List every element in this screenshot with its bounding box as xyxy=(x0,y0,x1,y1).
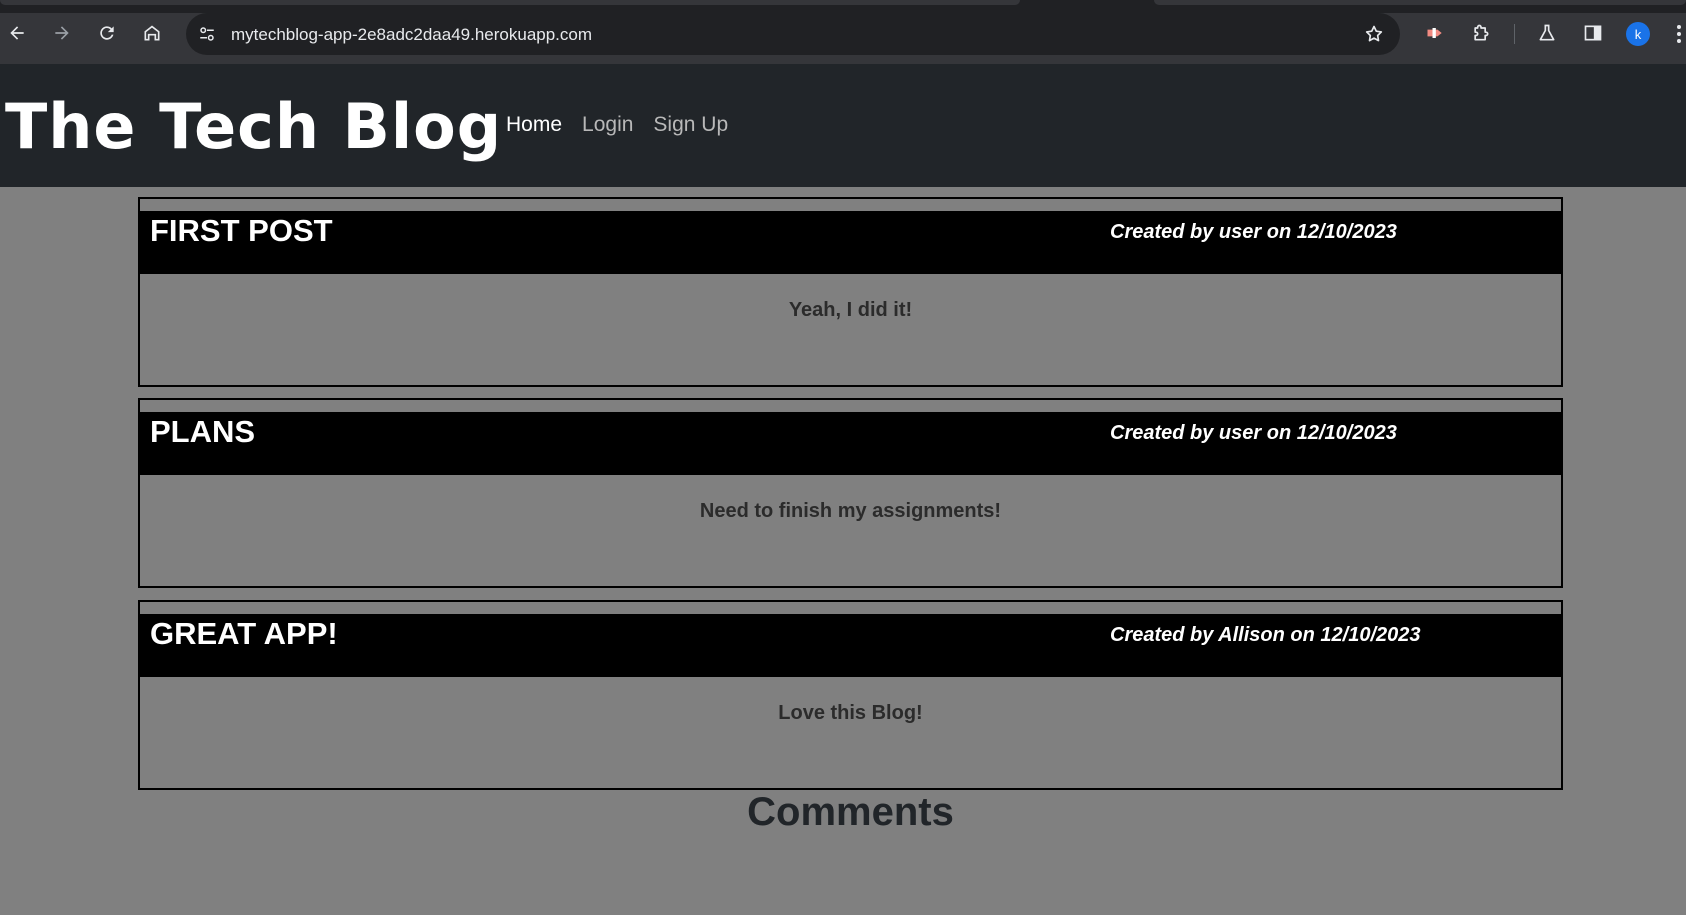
post-card[interactable]: FIRST POST Created by user on 12/10/2023… xyxy=(138,197,1563,387)
post-meta: Created by user on 12/10/2023 xyxy=(1110,422,1397,444)
tab-edge xyxy=(0,0,1020,5)
nav-signup-link[interactable]: Sign Up xyxy=(653,113,728,137)
browser-toolbar: mytechblog-app-2e8adc2daa49.herokuapp.co… xyxy=(0,0,1686,64)
site-title: The Tech Blog xyxy=(5,90,503,163)
side-panel-icon[interactable] xyxy=(1581,21,1605,45)
site-nav: Home Login Sign Up xyxy=(506,113,728,137)
address-bar[interactable]: mytechblog-app-2e8adc2daa49.herokuapp.co… xyxy=(186,13,1400,55)
post-body: Need to finish my assignments! xyxy=(699,500,1002,522)
tab-edge xyxy=(1154,0,1686,5)
post-meta: Created by Allison on 12/10/2023 xyxy=(1110,624,1421,646)
labs-flask-icon[interactable] xyxy=(1535,21,1559,45)
post-meta: Created by user on 12/10/2023 xyxy=(1110,221,1397,243)
post-title: GREAT APP! xyxy=(150,616,338,651)
reload-icon[interactable] xyxy=(94,20,120,46)
comments-heading: Comments xyxy=(747,790,954,834)
nav-home-link[interactable]: Home xyxy=(506,113,562,137)
extension-red-icon[interactable] xyxy=(1423,21,1447,45)
extensions-puzzle-icon[interactable] xyxy=(1469,21,1493,45)
post-header: PLANS Created by user on 12/10/2023 xyxy=(138,412,1563,475)
profile-avatar[interactable]: k xyxy=(1626,22,1650,46)
nav-login-link[interactable]: Login xyxy=(582,113,633,137)
forward-icon[interactable] xyxy=(49,20,75,46)
post-card[interactable]: GREAT APP! Created by Allison on 12/10/2… xyxy=(138,600,1563,790)
back-icon[interactable] xyxy=(4,20,30,46)
toolbar-separator xyxy=(1514,24,1515,44)
post-title: PLANS xyxy=(150,414,256,449)
post-title: FIRST POST xyxy=(150,213,333,248)
site-header: The Tech Blog Home Login Sign Up xyxy=(0,64,1686,187)
post-card[interactable]: PLANS Created by user on 12/10/2023 Need… xyxy=(138,398,1563,588)
menu-kebab-icon[interactable] xyxy=(1672,22,1686,46)
post-header: FIRST POST Created by user on 12/10/2023 xyxy=(138,211,1563,274)
post-body: Yeah, I did it! xyxy=(788,299,913,321)
home-icon[interactable] xyxy=(139,20,165,46)
bookmark-star-icon[interactable] xyxy=(1362,22,1386,46)
url-text[interactable]: mytechblog-app-2e8adc2daa49.herokuapp.co… xyxy=(231,25,592,45)
site-info-icon[interactable] xyxy=(194,21,220,47)
tab-strip xyxy=(0,0,1686,13)
post-body: Love this Blog! xyxy=(778,702,923,724)
post-header: GREAT APP! Created by Allison on 12/10/2… xyxy=(138,614,1563,677)
